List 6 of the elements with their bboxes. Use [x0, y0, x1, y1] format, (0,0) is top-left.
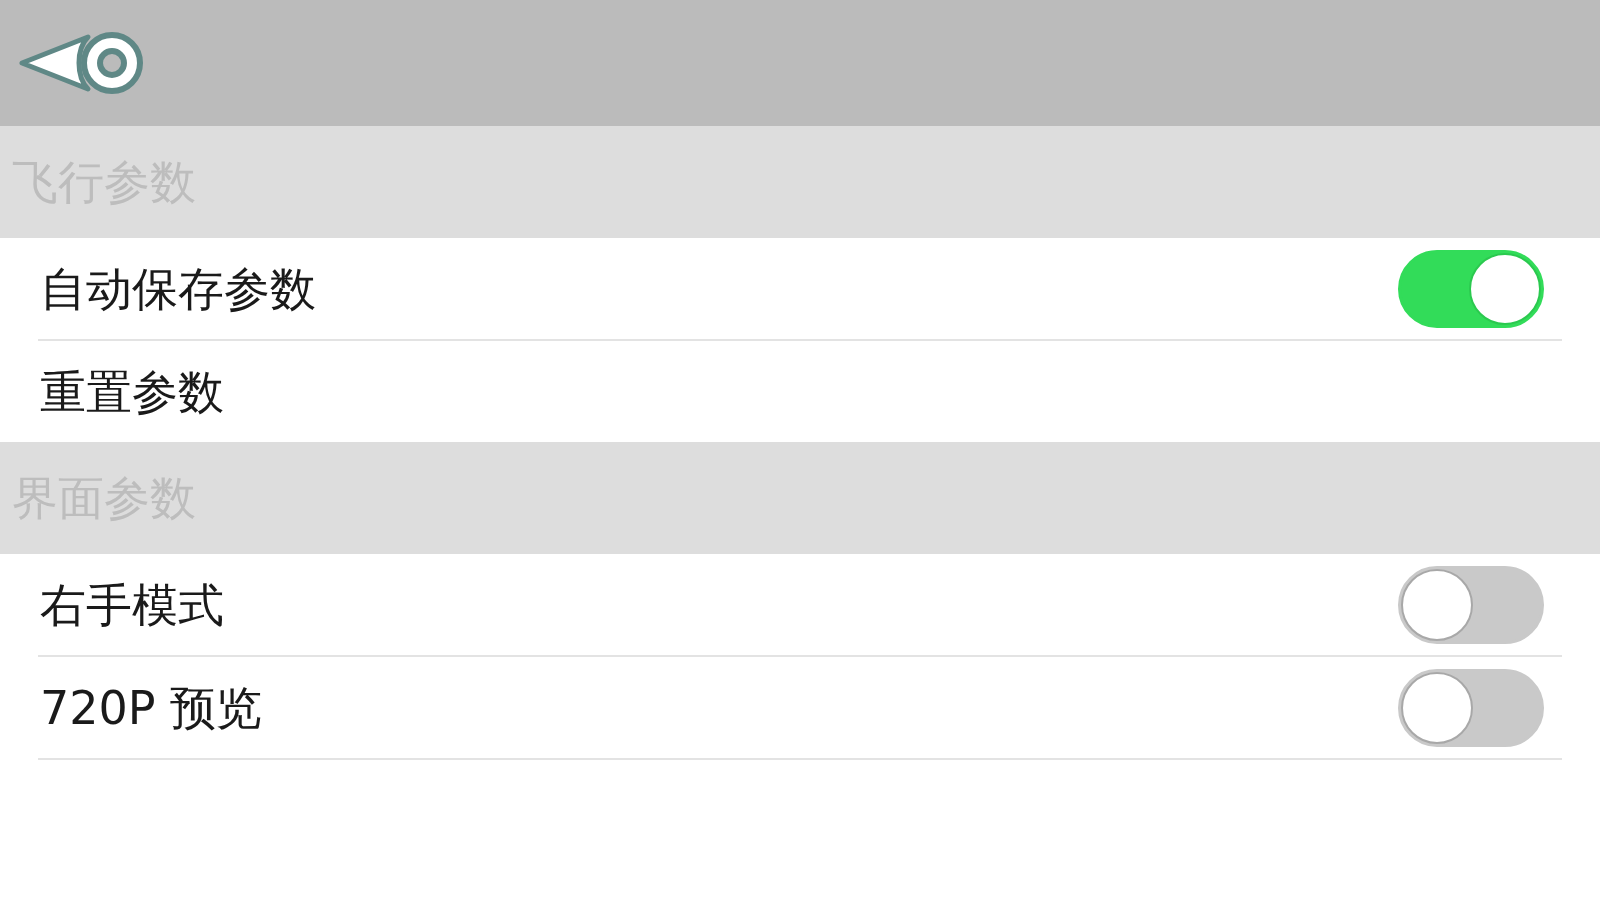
setting-label: 右手模式	[40, 581, 224, 628]
setting-label: 重置参数	[40, 368, 224, 415]
back-button[interactable]	[18, 29, 146, 97]
setting-label: 720P 预览	[40, 684, 263, 731]
back-icon	[18, 29, 146, 97]
setting-label: 自动保存参数	[40, 265, 316, 312]
